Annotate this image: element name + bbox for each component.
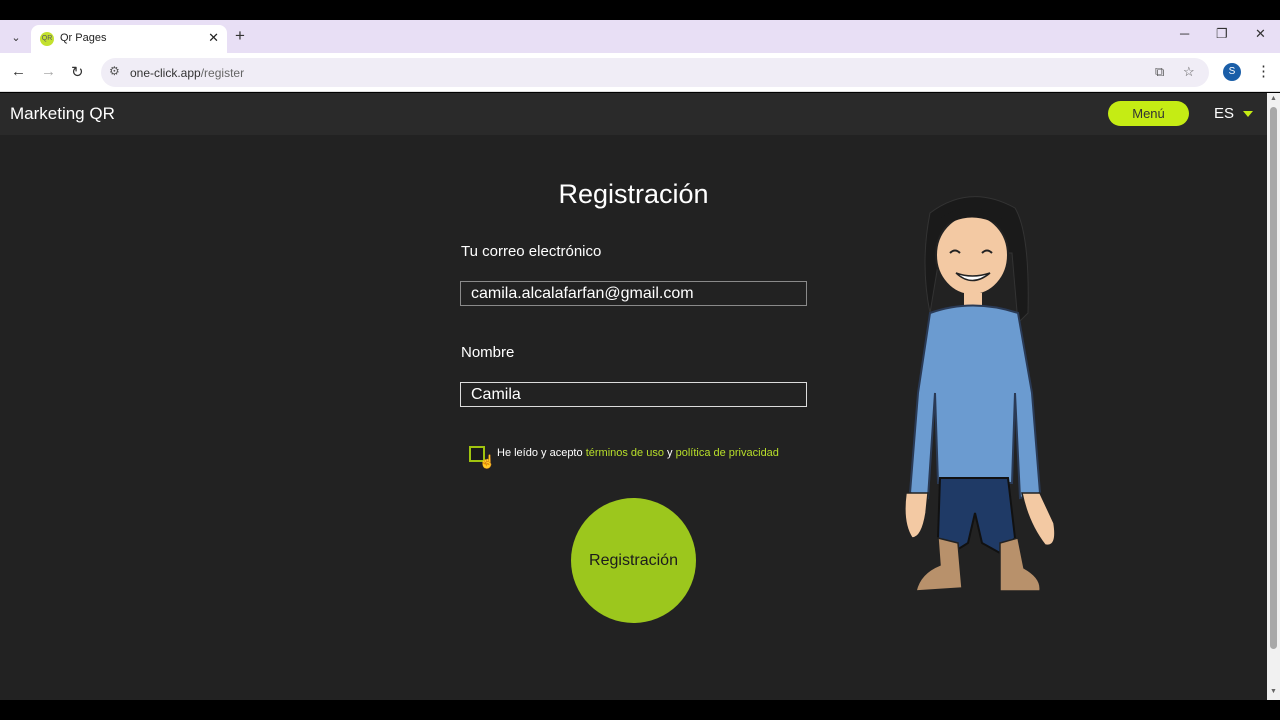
url-text: one-click.app/register [130,66,245,80]
scroll-down-icon[interactable]: ▼ [1270,688,1277,695]
star-icon[interactable]: ☆ [1183,64,1195,80]
restore-icon[interactable]: ❐ [1216,26,1228,42]
privacy-policy-link[interactable]: política de privacidad [676,447,779,459]
favicon-icon: QR [40,32,54,46]
tab-title: Qr Pages [60,32,107,44]
reload-icon[interactable]: ↻ [71,63,84,81]
brand-logo[interactable]: Marketing QR [10,104,115,124]
name-field[interactable] [460,382,807,407]
minimize-icon[interactable]: ─ [1180,26,1189,41]
close-window-icon[interactable]: ✕ [1255,26,1266,42]
terms-text: He leído y acepto términos de uso y polí… [497,447,779,459]
browser-tab[interactable]: QR Qr Pages ✕ [31,25,227,53]
screen: ⌄ QR Qr Pages ✕ + ─ ❐ ✕ ← → ↻ ⚙ one-clic… [0,0,1280,720]
tab-list-icon[interactable]: ⌄ [6,27,26,47]
scrollbar-thumb[interactable] [1270,107,1277,649]
browser-toolbar: ← → ↻ ⚙ one-click.app/register ⧉ ☆ S ⋮ [0,53,1280,92]
chevron-down-icon[interactable] [1243,111,1253,117]
menu-button[interactable]: Menú [1108,101,1189,126]
page-scrollbar[interactable]: ▲ ▼ [1267,93,1280,700]
site-info-icon[interactable]: ⚙ [109,64,120,78]
scroll-up-icon[interactable]: ▲ [1270,95,1277,102]
translate-icon[interactable]: ⧉ [1155,64,1164,80]
name-label: Nombre [461,344,515,361]
page-content: Marketing QR Menú ES Registración Tu cor… [0,93,1267,700]
terms-prefix: He leído y acepto [497,447,583,459]
page-title: Registración [558,179,709,209]
profile-avatar[interactable]: S [1223,63,1241,81]
email-field[interactable] [460,281,807,306]
forward-icon[interactable]: → [41,63,56,80]
language-selector[interactable]: ES [1214,105,1234,122]
woman-illustration [904,196,1056,592]
email-label: Tu correo electrónico [461,243,602,260]
back-icon[interactable]: ← [11,63,26,80]
plus-icon[interactable]: + [235,26,245,46]
terms-of-use-link[interactable]: términos de uso [586,447,664,459]
close-icon[interactable]: ✕ [208,30,219,46]
pointer-cursor-icon: ☝ [479,454,496,469]
kebab-menu-icon[interactable]: ⋮ [1256,62,1271,80]
register-button[interactable]: Registración [571,498,696,623]
address-bar[interactable]: ⚙ one-click.app/register ⧉ ☆ [101,58,1209,87]
site-header: Marketing QR Menú ES [0,93,1267,135]
tab-bar: ⌄ QR Qr Pages ✕ + ─ ❐ ✕ [0,20,1280,53]
terms-and: y [667,447,673,459]
